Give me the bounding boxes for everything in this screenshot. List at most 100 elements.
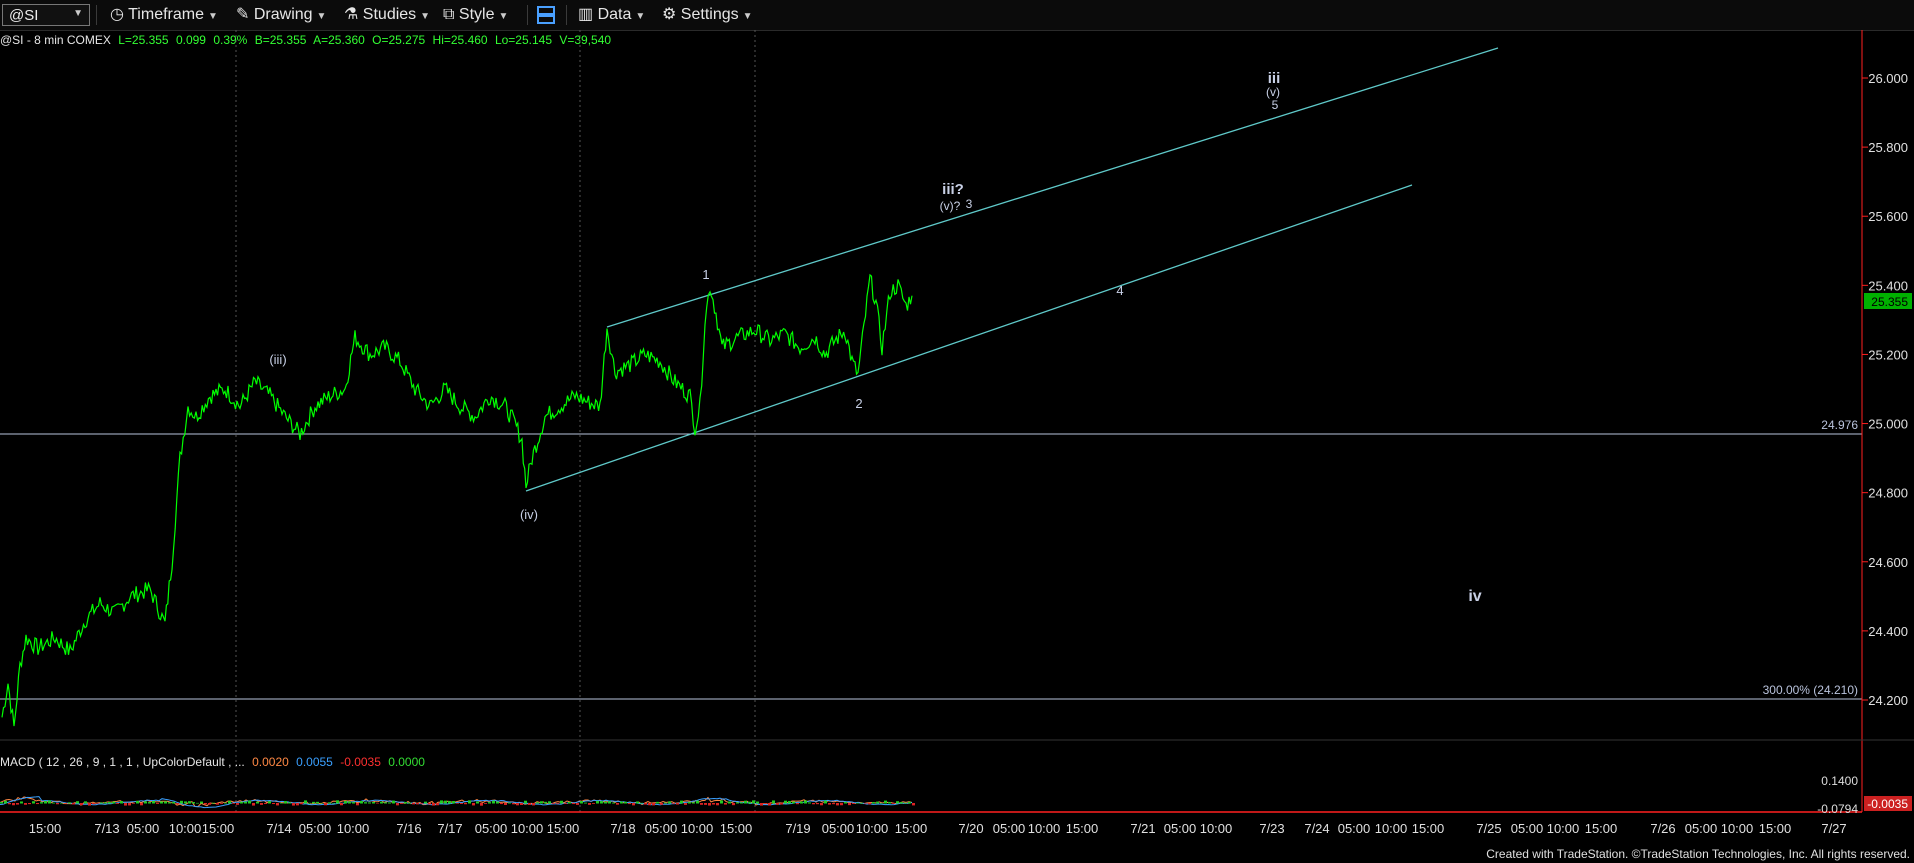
- data-button[interactable]: ▥ Data ▼: [578, 5, 645, 25]
- macd-hist-bar: [500, 803, 503, 805]
- macd-hist-bar: [412, 803, 415, 805]
- macd-line: [0, 796, 913, 808]
- style-button[interactable]: ⧉ Style ▼: [443, 5, 508, 25]
- chevron-down-icon: ▼: [420, 11, 431, 22]
- macd-hist-bar: [872, 802, 875, 804]
- macd-hist-bar: [684, 803, 687, 805]
- chevron-down-icon: ▼: [207, 11, 218, 22]
- macd-hist-bar: [96, 803, 99, 804]
- wave-label-5: 5: [1272, 98, 1279, 112]
- macd-hist-bar: [52, 802, 55, 804]
- macd-hist-bar: [772, 800, 775, 804]
- macd-hist-bar: [296, 803, 299, 806]
- macd-hist-bar: [732, 803, 735, 806]
- wave-label-v-question: (v)?: [940, 199, 961, 213]
- macd-hist-bar: [88, 803, 91, 806]
- macd-hist-bar: [640, 802, 643, 804]
- studies-button[interactable]: ⚗ Studies ▼: [344, 5, 430, 25]
- macd-hist-bar: [404, 801, 407, 804]
- macd-hist-bar: [168, 802, 171, 804]
- macd-hist-bar: [428, 803, 431, 805]
- macd-hist-bar: [652, 803, 655, 806]
- macd-hist-bar: [80, 803, 83, 806]
- price-tick-label: 24.800: [1868, 486, 1908, 501]
- chevron-down-icon[interactable]: ▼: [73, 8, 83, 19]
- macd-hist-bar: [844, 802, 847, 804]
- price-axis-ticks: 26.000 25.800 25.600 25.400 25.200 25.000 24.8…: [1862, 71, 1908, 708]
- macd-hist-bar: [320, 802, 323, 804]
- macd-hist-bar: [600, 801, 603, 804]
- symbol-value: @SI: [9, 7, 39, 24]
- price-tick-label: 24.600: [1868, 555, 1908, 570]
- macd-hist-bar: [204, 803, 207, 805]
- pencil-icon: ✎: [236, 6, 250, 23]
- macd-hist-bar: [128, 803, 131, 806]
- macd-hist-bar: [268, 801, 271, 804]
- macd-hist-bar: [816, 803, 819, 805]
- macd-hist-bar: [628, 803, 631, 805]
- macd-hist-bar: [696, 800, 699, 804]
- layout-icon[interactable]: [536, 5, 556, 25]
- macd-hist-bar: [240, 801, 243, 804]
- time-tick-label: 10:00: [1200, 821, 1233, 836]
- macd-hist-bar: [796, 803, 799, 805]
- macd-hist-bar: [116, 803, 119, 804]
- macd-hist-bar: [792, 801, 795, 804]
- chevron-down-icon: ▼: [635, 11, 646, 22]
- macd-hist-bar: [316, 801, 319, 804]
- clock-icon: ◷: [110, 6, 124, 23]
- macd-hist-bar: [44, 801, 47, 804]
- macd-hist-bar: [524, 800, 527, 804]
- macd-current-marker: [1864, 796, 1912, 811]
- toolbar: @SI ▼ ◷ Timeframe ▼ ✎ Drawing ▼ ⚗ Studies ▼…: [0, 0, 1914, 31]
- price-tick-label: 25.200: [1868, 347, 1908, 362]
- macd-hist-bar: [400, 803, 403, 804]
- price-tick-label: 26.000: [1868, 71, 1908, 86]
- macd-hist-bar: [140, 803, 143, 806]
- macd-hist-bar: [704, 803, 707, 805]
- macd-hist-bar: [144, 801, 147, 804]
- macd-hist-bar: [868, 803, 871, 805]
- wave-label-iii-small: (iii): [269, 352, 286, 367]
- time-tick-label: 7/16: [396, 821, 421, 836]
- pct-change: 0.39%: [213, 33, 248, 47]
- symbol-input[interactable]: @SI ▼: [2, 4, 90, 26]
- macd-hist-bar: [800, 801, 803, 804]
- macd-value-2: 0.0055: [296, 755, 333, 769]
- macd-hist-bar: [572, 803, 575, 805]
- settings-button[interactable]: ⚙ Settings ▼: [662, 5, 753, 25]
- price-tick-label: 25.600: [1868, 209, 1908, 224]
- drawing-button[interactable]: ✎ Drawing ▼: [236, 5, 326, 25]
- macd-hist-bar: [136, 800, 139, 804]
- macd-hist-bar: [584, 802, 587, 804]
- macd-hist-bar: [688, 801, 691, 804]
- macd-hist-bar: [300, 803, 303, 805]
- macd-hist-bar: [156, 803, 159, 804]
- macd-hist-bar: [512, 803, 515, 805]
- macd-hist-bar: [496, 801, 499, 804]
- macd-value-4: 0.0000: [388, 755, 425, 769]
- macd-hist-bar: [580, 801, 583, 804]
- macd-hist-bar: [356, 803, 359, 806]
- macd-hist-bar: [432, 803, 435, 806]
- macd-hist-bar: [612, 802, 615, 804]
- macd-hist-bar: [616, 803, 619, 805]
- time-tick-label: 15:00: [29, 821, 62, 836]
- time-tick-label: 7/21: [1130, 821, 1155, 836]
- macd-hist-bar: [324, 803, 327, 806]
- time-tick-label: 15:00: [1412, 821, 1445, 836]
- last-price-marker: [1864, 293, 1912, 309]
- macd-hist-bar: [0, 802, 3, 804]
- macd-hist-bar: [756, 801, 759, 804]
- time-tick-label: 7/13: [94, 821, 119, 836]
- time-tick-label: 7/17: [437, 821, 462, 836]
- wave-label-4: 4: [1116, 283, 1123, 298]
- timeframe-button[interactable]: ◷ Timeframe ▼: [110, 5, 218, 25]
- macd-hist-bar: [708, 803, 711, 806]
- macd-hist-bar: [264, 803, 267, 804]
- macd-hist-bar: [564, 803, 567, 804]
- macd-hist-bar: [768, 803, 771, 806]
- style-label: Style: [458, 6, 495, 23]
- macd-hist-bar: [592, 803, 595, 804]
- macd-hist-bar: [252, 803, 255, 806]
